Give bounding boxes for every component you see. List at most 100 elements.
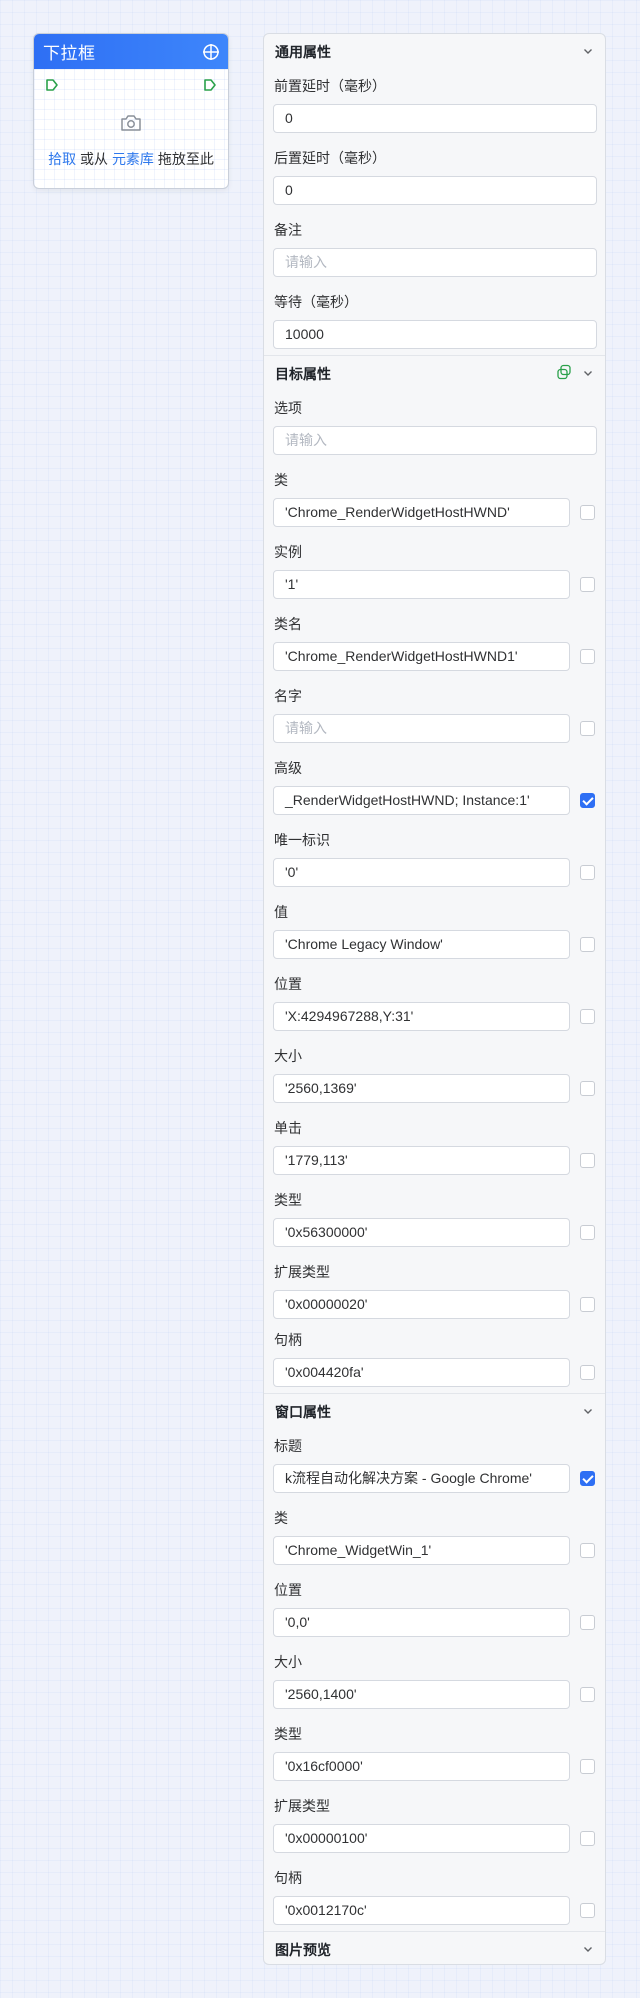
link-element-icon[interactable]	[556, 364, 572, 383]
target-class-input[interactable]: 'Chrome_RenderWidgetHostHWND'	[273, 498, 570, 527]
window-position-input[interactable]: '0,0'	[273, 1608, 570, 1637]
window-ext-type-input[interactable]: '0x00000100'	[273, 1824, 570, 1853]
input-port-icon[interactable]	[45, 78, 59, 95]
node-title: 下拉框	[43, 44, 96, 63]
target-click-checkbox[interactable]	[580, 1153, 595, 1168]
section-general-header[interactable]: 通用属性	[264, 34, 605, 69]
chevron-down-icon[interactable]	[582, 44, 594, 60]
window-class-input[interactable]: 'Chrome_WidgetWin_1'	[273, 1536, 570, 1565]
field-label: 高级	[274, 760, 302, 776]
field-window-ext-type: 扩展类型 '0x00000100'	[264, 1789, 605, 1861]
field-option: 选项 请输入	[264, 391, 605, 463]
field-label: 类型	[274, 1726, 302, 1742]
field-window-class: 类 'Chrome_WidgetWin_1'	[264, 1501, 605, 1573]
section-title: 通用属性	[275, 43, 331, 60]
field-target-value: 值 'Chrome Legacy Window'	[264, 895, 605, 967]
wait-input[interactable]: 10000	[273, 320, 597, 349]
target-name-input[interactable]: 请输入	[273, 714, 570, 743]
or-text: 或从	[80, 151, 109, 167]
field-remark: 备注 请输入	[264, 213, 605, 285]
target-size-checkbox[interactable]	[580, 1081, 595, 1096]
field-window-position: 位置 '0,0'	[264, 1573, 605, 1645]
target-advanced-checkbox[interactable]	[580, 793, 595, 808]
field-window-handle: 句柄 '0x0012170c'	[264, 1861, 605, 1931]
option-input[interactable]: 请输入	[273, 426, 597, 455]
field-label: 句柄	[274, 1870, 302, 1886]
field-label: 类型	[274, 1192, 302, 1208]
field-label: 类	[274, 472, 288, 488]
window-type-input[interactable]: '0x16cf0000'	[273, 1752, 570, 1781]
dropdown-node-card[interactable]: 下拉框 拾取 或从 元素库 拖放至此	[33, 33, 229, 189]
field-label: 标题	[274, 1438, 302, 1454]
window-title-checkbox[interactable]	[580, 1471, 595, 1486]
field-label: 扩展类型	[274, 1798, 330, 1814]
field-window-size: 大小 '2560,1400'	[264, 1645, 605, 1717]
chevron-down-icon[interactable]	[582, 366, 594, 382]
window-title-input[interactable]: k流程自动化解决方案 - Google Chrome'	[273, 1464, 570, 1493]
target-instance-checkbox[interactable]	[580, 577, 595, 592]
target-class-checkbox[interactable]	[580, 505, 595, 520]
properties-panel: 通用属性 前置延时（毫秒） 0 后置延时（毫秒） 0 备注 请输入 等待（毫秒）…	[263, 33, 606, 1965]
window-size-checkbox[interactable]	[580, 1687, 595, 1702]
field-post-delay: 后置延时（毫秒） 0	[264, 141, 605, 213]
target-advanced-input[interactable]: _RenderWidgetHostHWND; Instance:1'	[273, 786, 570, 815]
window-position-checkbox[interactable]	[580, 1615, 595, 1630]
target-type-checkbox[interactable]	[580, 1225, 595, 1240]
output-port-icon[interactable]	[203, 78, 217, 95]
target-size-input[interactable]: '2560,1369'	[273, 1074, 570, 1103]
target-type-input[interactable]: '0x56300000'	[273, 1218, 570, 1247]
field-label: 唯一标识	[274, 832, 330, 848]
field-label: 实例	[274, 544, 302, 560]
target-classname-checkbox[interactable]	[580, 649, 595, 664]
pick-link[interactable]: 拾取	[48, 151, 76, 167]
window-size-input[interactable]: '2560,1400'	[273, 1680, 570, 1709]
field-label: 值	[274, 904, 288, 920]
field-label: 大小	[274, 1048, 302, 1064]
target-position-checkbox[interactable]	[580, 1009, 595, 1024]
field-target-classname: 类名 'Chrome_RenderWidgetHostHWND1'	[264, 607, 605, 679]
section-window-header[interactable]: 窗口属性	[264, 1394, 605, 1429]
target-value-input[interactable]: 'Chrome Legacy Window'	[273, 930, 570, 959]
target-handle-input[interactable]: '0x004420fa'	[273, 1358, 570, 1387]
node-header[interactable]: 下拉框	[34, 34, 228, 69]
field-label: 句柄	[274, 1332, 302, 1348]
target-instance-input[interactable]: '1'	[273, 570, 570, 599]
field-wait: 等待（毫秒） 10000	[264, 285, 605, 355]
field-target-name: 名字 请输入	[264, 679, 605, 751]
pre-delay-input[interactable]: 0	[273, 104, 597, 133]
target-uid-checkbox[interactable]	[580, 865, 595, 880]
remark-input[interactable]: 请输入	[273, 248, 597, 277]
section-target-header[interactable]: 目标属性	[264, 356, 605, 391]
window-ext-type-checkbox[interactable]	[580, 1831, 595, 1846]
window-handle-input[interactable]: '0x0012170c'	[273, 1896, 570, 1925]
camera-icon	[120, 113, 142, 136]
window-class-checkbox[interactable]	[580, 1543, 595, 1558]
target-click-input[interactable]: '1779,113'	[273, 1146, 570, 1175]
section-preview-header[interactable]: 图片预览	[264, 1932, 605, 1964]
field-label: 等待（毫秒）	[274, 294, 358, 310]
field-target-click: 单击 '1779,113'	[264, 1111, 605, 1183]
window-type-checkbox[interactable]	[580, 1759, 595, 1774]
element-library-link[interactable]: 元素库	[112, 151, 154, 167]
field-target-size: 大小 '2560,1369'	[264, 1039, 605, 1111]
target-classname-input[interactable]: 'Chrome_RenderWidgetHostHWND1'	[273, 642, 570, 671]
field-label: 扩展类型	[274, 1264, 330, 1280]
target-name-checkbox[interactable]	[580, 721, 595, 736]
target-ext-type-input[interactable]: '0x00000020'	[273, 1290, 570, 1319]
target-handle-checkbox[interactable]	[580, 1365, 595, 1380]
target-uid-input[interactable]: '0'	[273, 858, 570, 887]
field-label: 后置延时（毫秒）	[274, 150, 386, 166]
window-handle-checkbox[interactable]	[580, 1903, 595, 1918]
field-label: 位置	[274, 1582, 302, 1598]
target-value-checkbox[interactable]	[580, 937, 595, 952]
field-label: 大小	[274, 1654, 302, 1670]
crosshair-target-icon[interactable]	[202, 43, 220, 61]
pick-instructions: 拾取 或从 元素库 拖放至此	[34, 149, 228, 169]
chevron-down-icon[interactable]	[582, 1404, 594, 1420]
target-ext-type-checkbox[interactable]	[580, 1297, 595, 1312]
chevron-down-icon[interactable]	[582, 1942, 594, 1958]
target-position-input[interactable]: 'X:4294967288,Y:31'	[273, 1002, 570, 1031]
field-label: 单击	[274, 1120, 302, 1136]
post-delay-input[interactable]: 0	[273, 176, 597, 205]
field-target-instance: 实例 '1'	[264, 535, 605, 607]
